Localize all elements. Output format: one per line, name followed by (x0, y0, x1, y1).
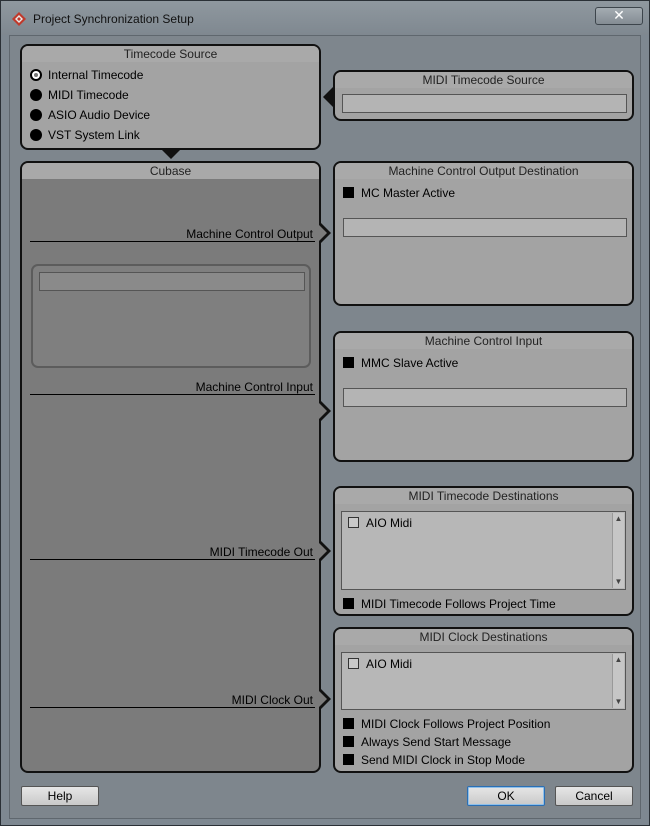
list-item[interactable]: AIO Midi (348, 656, 412, 672)
title-bar[interactable]: Project Synchronization Setup ✕ (1, 1, 649, 35)
list-item[interactable]: AIO Midi (348, 515, 412, 531)
scroll-up-icon[interactable]: ▲ (613, 513, 624, 525)
checkbox-icon (343, 598, 354, 609)
checkbox-label: MIDI Timecode Follows Project Time (361, 597, 556, 611)
ok-button[interactable]: OK (467, 786, 545, 806)
cubase-header: Cubase (22, 163, 319, 179)
mc-input-header: Machine Control Input (335, 333, 632, 349)
radio-midi-timecode[interactable]: MIDI Timecode (30, 87, 129, 103)
midi-clock-destinations-list[interactable]: AIO Midi ▲ ▼ (341, 652, 626, 710)
sync-setup-window: Project Synchronization Setup ✕ Timecode… (0, 0, 650, 826)
cubase-display-box (31, 264, 311, 368)
mc-output-panel: Machine Control Output Destination MC Ma… (333, 161, 634, 306)
radio-vst-system-link[interactable]: VST System Link (30, 127, 140, 143)
machine-control-input-arrow-icon (319, 401, 331, 421)
cancel-button[interactable]: Cancel (555, 786, 633, 806)
radio-icon (30, 129, 42, 141)
machine-control-output-line (30, 241, 315, 242)
midi-clock-follows-project-position-checkbox[interactable]: MIDI Clock Follows Project Position (343, 716, 550, 732)
checkbox-label: MMC Slave Active (361, 356, 459, 370)
midi-timecode-destinations-panel: MIDI Timecode Destinations AIO Midi ▲ ▼ … (333, 486, 634, 616)
list-item-label: AIO Midi (366, 516, 413, 530)
midi-clock-destinations-panel: MIDI Clock Destinations AIO Midi ▲ ▼ MID… (333, 627, 634, 773)
close-icon: ✕ (613, 7, 625, 23)
checkbox-icon (348, 517, 359, 528)
window-title: Project Synchronization Setup (33, 12, 194, 26)
machine-control-output-label: Machine Control Output (186, 227, 313, 241)
cubase-field[interactable] (39, 272, 305, 291)
radio-internal-timecode[interactable]: Internal Timecode (30, 67, 143, 83)
scroll-down-icon[interactable]: ▼ (613, 696, 624, 708)
mmc-slave-active-checkbox[interactable]: MMC Slave Active (343, 355, 458, 371)
checkbox-icon (343, 357, 354, 368)
checkbox-icon (343, 718, 354, 729)
checkbox-label: MC Master Active (361, 186, 456, 200)
machine-control-output-arrow-icon (319, 223, 331, 243)
always-send-start-message-checkbox[interactable]: Always Send Start Message (343, 734, 511, 750)
midi-clock-out-arrow-icon (319, 689, 331, 709)
scrollbar[interactable]: ▲ ▼ (612, 513, 624, 588)
midi-timecode-out-arrow-icon (319, 541, 331, 561)
midi-timecode-source-header: MIDI Timecode Source (335, 72, 632, 88)
scrollbar[interactable]: ▲ ▼ (612, 654, 624, 708)
radio-label: MIDI Timecode (48, 88, 129, 102)
checkbox-icon (343, 187, 354, 198)
checkbox-icon (343, 754, 354, 765)
send-midi-clock-in-stop-mode-checkbox[interactable]: Send MIDI Clock in Stop Mode (343, 752, 525, 768)
mc-master-active-checkbox[interactable]: MC Master Active (343, 185, 455, 201)
timecode-source-arrow-icon (161, 149, 181, 159)
machine-control-input-line (30, 394, 315, 395)
mc-input-dropdown[interactable] (343, 388, 627, 407)
close-button[interactable]: ✕ (595, 7, 643, 25)
timecode-source-header: Timecode Source (22, 46, 319, 62)
radio-icon (30, 109, 42, 121)
radio-selected-icon (30, 69, 42, 81)
midi-timecode-source-dropdown[interactable] (342, 94, 627, 113)
midi-timecode-source-panel: MIDI Timecode Source (333, 70, 634, 121)
mc-output-header: Machine Control Output Destination (335, 163, 632, 179)
checkbox-label: Send MIDI Clock in Stop Mode (361, 753, 526, 767)
midi-timecode-destinations-header: MIDI Timecode Destinations (335, 488, 632, 504)
mc-input-panel: Machine Control Input MMC Slave Active (333, 331, 634, 462)
help-button[interactable]: Help (21, 786, 99, 806)
midi-timecode-out-label: MIDI Timecode Out (209, 545, 313, 559)
midi-timecode-destinations-list[interactable]: AIO Midi ▲ ▼ (341, 511, 626, 590)
checkbox-label: MIDI Clock Follows Project Position (361, 717, 551, 731)
checkbox-icon (343, 736, 354, 747)
radio-icon (30, 89, 42, 101)
radio-label: VST System Link (48, 128, 140, 142)
radio-asio-audio-device[interactable]: ASIO Audio Device (30, 107, 150, 123)
midi-timecode-out-line (30, 559, 315, 560)
list-item-label: AIO Midi (366, 657, 413, 671)
scroll-down-icon[interactable]: ▼ (613, 576, 624, 588)
midi-clock-out-label: MIDI Clock Out (231, 693, 313, 707)
scroll-up-icon[interactable]: ▲ (613, 654, 624, 666)
radio-label: ASIO Audio Device (48, 108, 151, 122)
checkbox-label: Always Send Start Message (361, 735, 512, 749)
midi-timecode-source-arrow-icon (323, 87, 333, 107)
cubase-logo-icon (12, 12, 26, 26)
midi-timecode-follows-project-time-checkbox[interactable]: MIDI Timecode Follows Project Time (343, 596, 556, 612)
mc-output-dropdown[interactable] (343, 218, 627, 237)
checkbox-icon (348, 658, 359, 669)
midi-clock-destinations-header: MIDI Clock Destinations (335, 629, 632, 645)
radio-label: Internal Timecode (48, 68, 144, 82)
timecode-source-panel: Timecode Source Internal Timecode MIDI T… (20, 44, 321, 150)
machine-control-input-label: Machine Control Input (195, 380, 313, 394)
midi-clock-out-line (30, 707, 315, 708)
cubase-panel: Cubase (20, 161, 321, 773)
